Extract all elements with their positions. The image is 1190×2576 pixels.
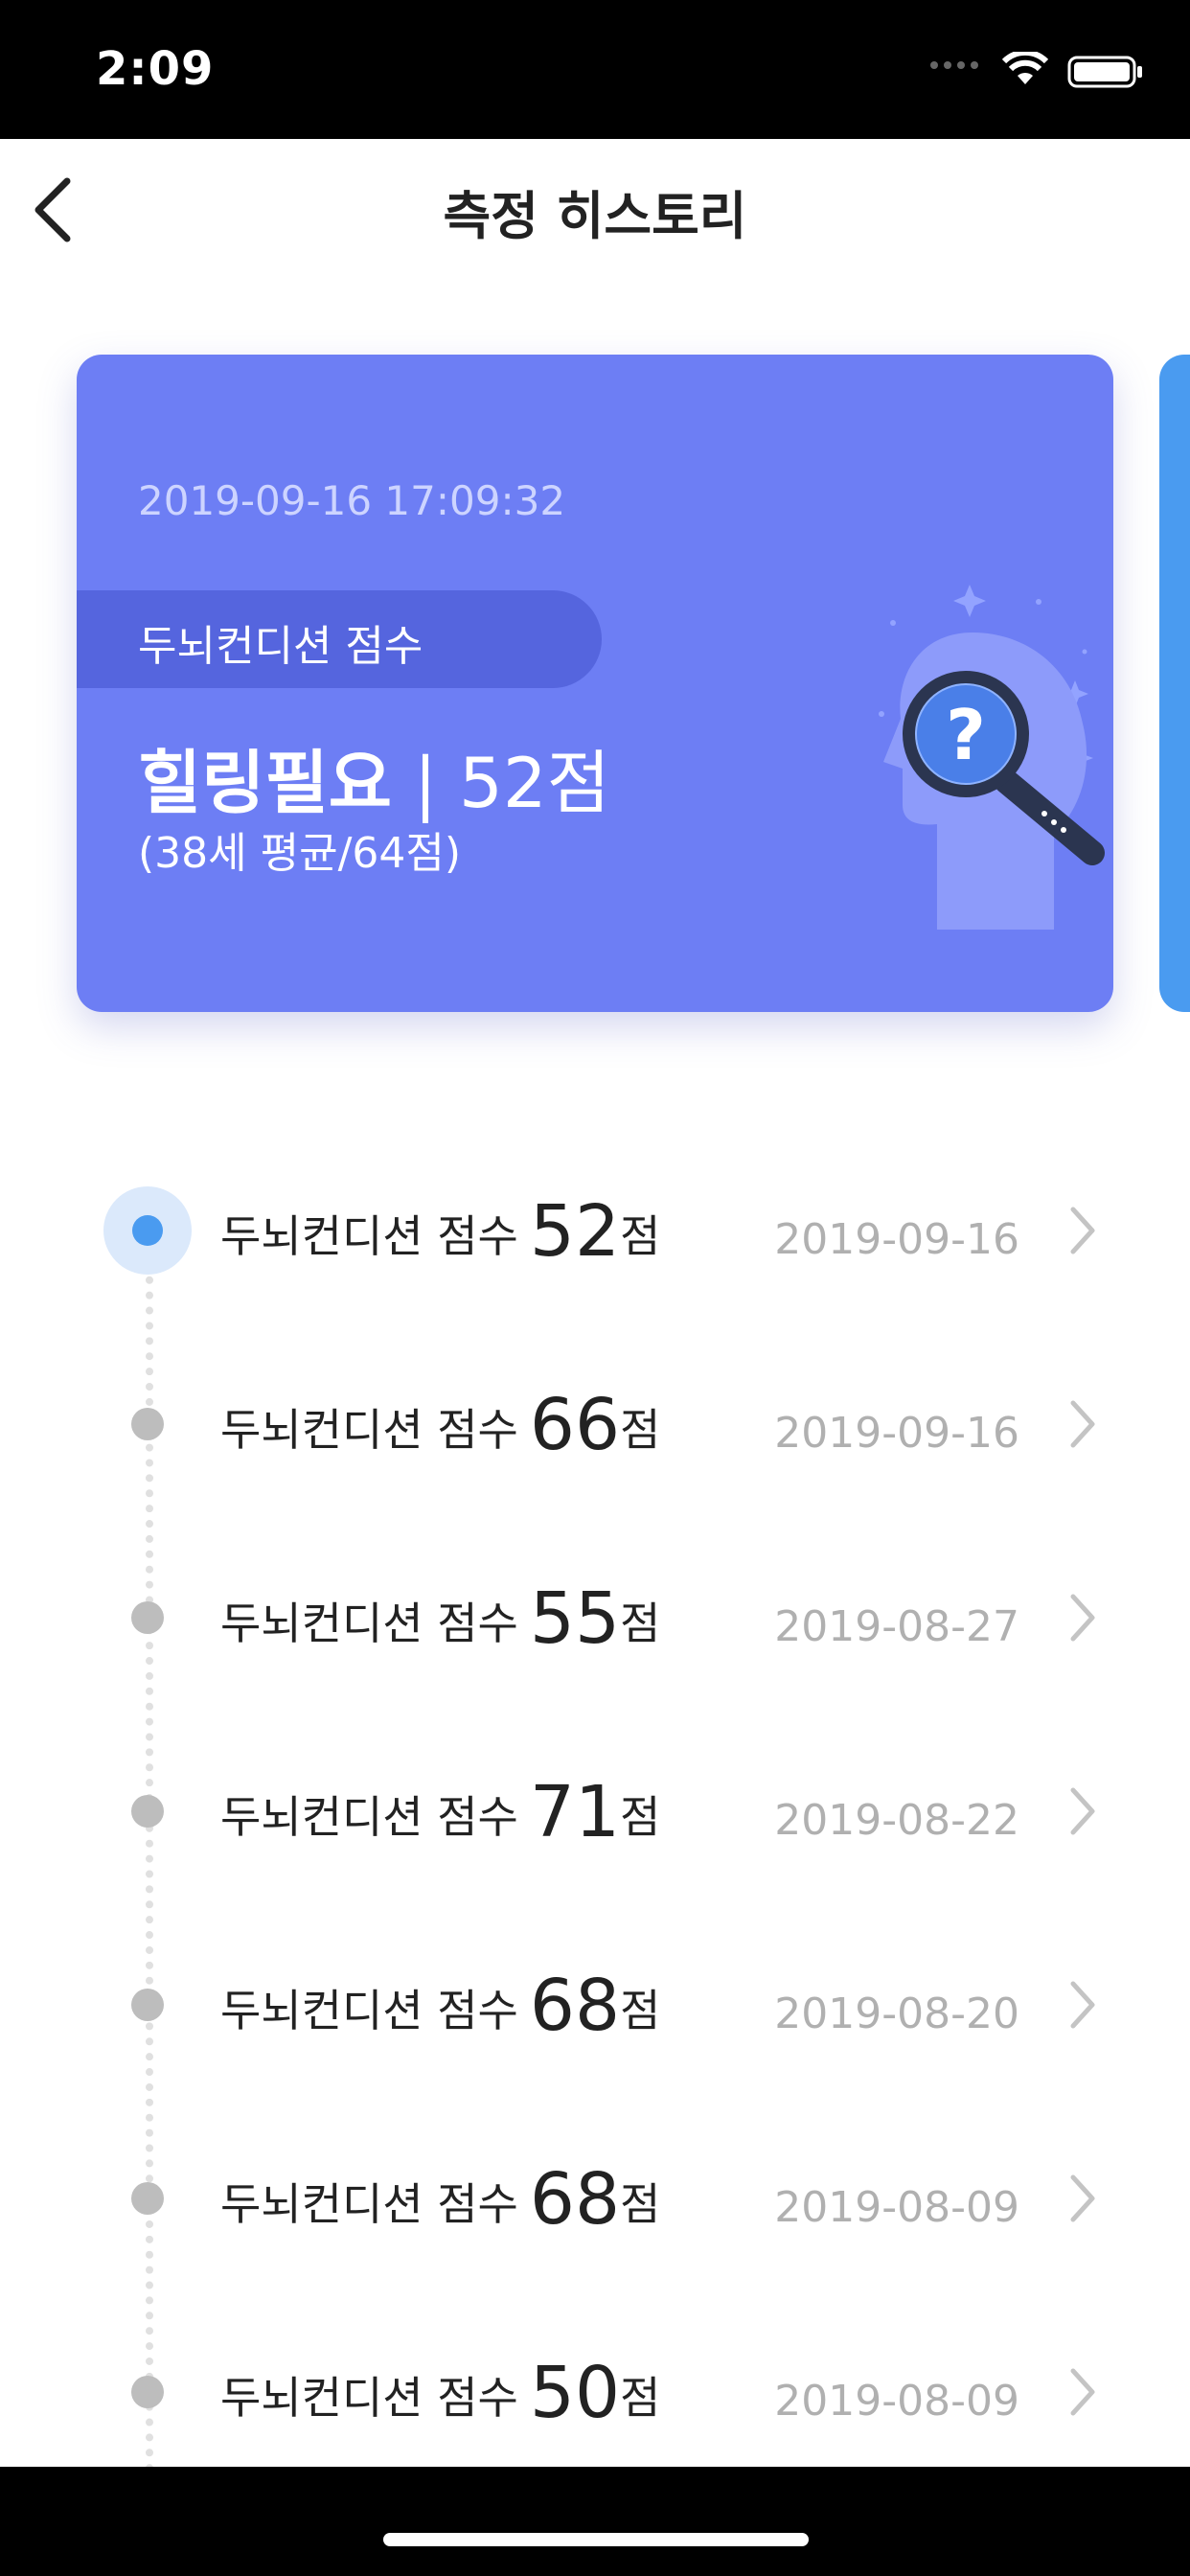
timeline-dot <box>131 1795 164 1828</box>
history-label: 두뇌컨디션 점수 55점 <box>220 1577 660 1660</box>
history-score: 52 <box>529 1190 621 1273</box>
history-label-text: 두뇌컨디션 점수 <box>220 1404 518 1456</box>
history-unit: 점 <box>620 1598 661 1649</box>
history-date: 2019-09-16 <box>774 1215 1019 1264</box>
history-item[interactable]: 두뇌컨디션 점수 68점 2019-08-09 <box>0 2128 1190 2281</box>
history-label-text: 두뇌컨디션 점수 <box>220 1210 518 1262</box>
card-headline: 힐링필요 | 52점 <box>138 726 610 827</box>
history-label: 두뇌컨디션 점수 50점 <box>220 2352 660 2434</box>
history-label-text: 두뇌컨디션 점수 <box>220 2372 518 2424</box>
history-label: 두뇌컨디션 점수 68점 <box>220 2158 660 2241</box>
history-item[interactable]: 두뇌컨디션 점수 55점 2019-08-27 <box>0 1547 1190 1700</box>
history-item[interactable]: 두뇌컨디션 점수 50점 2019-08-09 <box>0 2321 1190 2474</box>
chevron-right-icon <box>1070 1981 1095 2029</box>
next-card-peek[interactable] <box>1159 355 1190 1012</box>
history-score: 68 <box>529 1965 621 2047</box>
history-item[interactable]: 두뇌컨디션 점수 66점 2019-09-16 <box>0 1353 1190 1506</box>
history-score: 55 <box>529 1577 621 1660</box>
card-average: (38세 평균/64점) <box>138 829 462 878</box>
history-label-text: 두뇌컨디션 점수 <box>220 1791 518 1843</box>
history-item[interactable]: 두뇌컨디션 점수 71점 2019-08-22 <box>0 1740 1190 1894</box>
battery-icon <box>1067 56 1142 88</box>
wifi-icon <box>1002 52 1048 84</box>
timeline-dot-active <box>132 1215 163 1246</box>
history-date: 2019-08-09 <box>774 2183 1019 2232</box>
status-time: 2:09 <box>96 42 215 96</box>
history-label-text: 두뇌컨디션 점수 <box>220 1985 518 2036</box>
history-label-text: 두뇌컨디션 점수 <box>220 2178 518 2230</box>
timeline-dot <box>131 1601 164 1634</box>
history-unit: 점 <box>620 1985 661 2036</box>
history-unit: 점 <box>620 1404 661 1456</box>
chevron-right-icon <box>1070 1594 1095 1642</box>
card-status: 힐링필요 <box>138 743 392 823</box>
head-magnifier-question-icon: ? <box>879 585 1105 930</box>
timeline-dot <box>131 1989 164 2021</box>
timeline-dot <box>131 2376 164 2408</box>
chevron-right-icon <box>1070 1207 1095 1254</box>
history-unit: 점 <box>620 2178 661 2230</box>
chevron-right-icon <box>1070 1787 1095 1835</box>
result-card[interactable]: 2019-09-16 17:09:32 두뇌컨디션 점수 힐링필요 | 52점 … <box>77 355 1113 1012</box>
timeline-dot <box>131 1408 164 1440</box>
navigation-bar: 측정 히스토리 <box>0 139 1190 278</box>
history-label: 두뇌컨디션 점수 71점 <box>220 1771 660 1853</box>
history-label: 두뇌컨디션 점수 68점 <box>220 1965 660 2047</box>
history-date: 2019-08-09 <box>774 2377 1019 2426</box>
page-title: 측정 히스토리 <box>443 186 747 246</box>
history-date: 2019-08-27 <box>774 1602 1019 1651</box>
history-score: 71 <box>529 1771 621 1853</box>
card-tag: 두뇌컨디션 점수 <box>77 590 602 688</box>
card-separator: | <box>413 743 438 823</box>
history-score: 66 <box>529 1384 621 1466</box>
history-score: 50 <box>529 2352 621 2434</box>
timeline-dot <box>131 2182 164 2215</box>
history-unit: 점 <box>620 2372 661 2424</box>
history-unit: 점 <box>620 1791 661 1843</box>
chevron-right-icon <box>1070 1400 1095 1448</box>
cellular-signal-icon <box>930 61 978 69</box>
history-item[interactable]: 두뇌컨디션 점수 52점 2019-09-16 <box>0 1160 1190 1313</box>
card-tag-label: 두뇌컨디션 점수 <box>138 622 423 671</box>
history-date: 2019-08-20 <box>774 1990 1019 2038</box>
history-label: 두뇌컨디션 점수 52점 <box>220 1190 660 1273</box>
history-unit: 점 <box>620 1210 661 1262</box>
history-date: 2019-09-16 <box>774 1409 1019 1458</box>
history-date: 2019-08-22 <box>774 1796 1019 1845</box>
card-timestamp: 2019-09-16 17:09:32 <box>138 477 566 524</box>
card-score: 52점 <box>459 743 610 823</box>
svg-text:?: ? <box>946 695 986 775</box>
chevron-right-icon <box>1070 2368 1095 2416</box>
history-label: 두뇌컨디션 점수 66점 <box>220 1384 660 1466</box>
history-item[interactable]: 두뇌컨디션 점수 68점 2019-08-20 <box>0 1934 1190 2087</box>
home-indicator[interactable] <box>383 2533 809 2546</box>
bottom-bar <box>0 2467 1190 2576</box>
history-score: 68 <box>529 2158 621 2241</box>
status-bar: 2:09 <box>0 0 1190 139</box>
history-label-text: 두뇌컨디션 점수 <box>220 1598 518 1649</box>
chevron-right-icon <box>1070 2174 1095 2222</box>
